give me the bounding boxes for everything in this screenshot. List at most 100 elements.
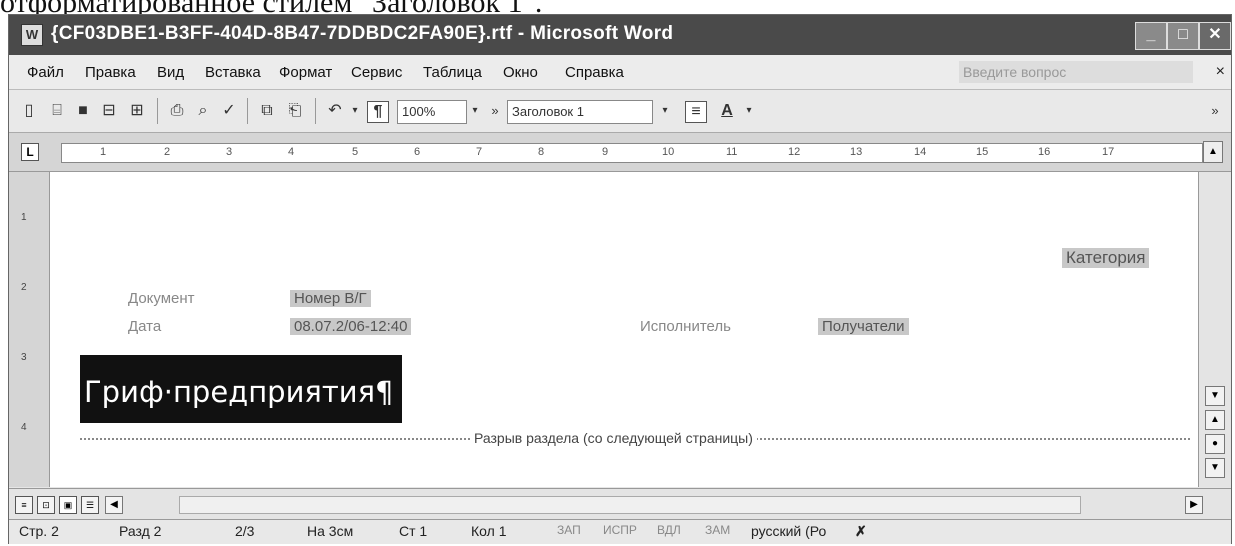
heading-text: Гриф·предприятия¶	[84, 375, 394, 409]
ruler-tick: 13	[850, 146, 863, 158]
title-bar: W {CF03DBE1-B3FF-404D-8B47-7DDBDC2FA90E}…	[9, 15, 1231, 55]
copy-icon[interactable]: ⧉	[257, 101, 277, 121]
spelling-icon[interactable]: ✓	[219, 101, 239, 121]
paste-icon[interactable]: ⎗	[285, 101, 305, 121]
save-icon[interactable]: ■	[73, 101, 93, 121]
maximize-button[interactable]: □	[1167, 22, 1199, 50]
scroll-right-arrow[interactable]: ▶	[1185, 496, 1203, 514]
open-icon[interactable]: ⌸	[47, 101, 67, 121]
chevron-down-icon[interactable]: ▾	[739, 101, 759, 121]
align-icon[interactable]: ≡	[685, 101, 707, 123]
print-layout-button[interactable]: ▣	[59, 496, 77, 514]
next-page-button[interactable]: ▼	[1205, 458, 1225, 478]
ruler-tick: 6	[414, 146, 421, 158]
vertical-ruler: 1 2 3 4	[9, 172, 50, 487]
status-section: Разд 2	[119, 523, 162, 539]
chevron-down-icon[interactable]: ▾	[345, 101, 365, 121]
section-break-label: Разрыв раздела (со следующей страницы)	[470, 430, 757, 446]
ruler-tick: 2	[164, 146, 171, 158]
document-area[interactable]: Категория Документ Номер В/Г Дата 08.07.…	[50, 172, 1198, 487]
ruler-tick: 1	[100, 146, 107, 158]
recipient-field[interactable]: Получатели	[818, 318, 909, 335]
help-question-input[interactable]: Введите вопрос	[959, 61, 1193, 83]
status-extend[interactable]: ВДЛ	[657, 523, 681, 537]
status-language[interactable]: русский (Ро	[751, 523, 826, 539]
ruler-tick: 10	[662, 146, 675, 158]
category-field[interactable]: Категория	[1062, 248, 1150, 268]
word-app-icon[interactable]: W	[21, 24, 43, 46]
ruler-tick: 4	[288, 146, 295, 158]
menu-view[interactable]: Вид	[157, 64, 184, 81]
web-layout-button[interactable]: ⊡	[37, 496, 55, 514]
status-overtype[interactable]: ЗАМ	[705, 523, 730, 537]
word-window: W {CF03DBE1-B3FF-404D-8B47-7DDBDC2FA90E}…	[8, 14, 1232, 544]
vertical-scrollbar[interactable]: ▼ ▲ ● ▼	[1198, 172, 1231, 487]
ruler-tick: 3	[226, 146, 233, 158]
undo-icon[interactable]: ↶	[325, 101, 345, 121]
menu-tools[interactable]: Сервис	[351, 64, 402, 81]
style-select[interactable]: Заголовок 1	[507, 100, 653, 124]
standard-toolbar: ▯ ⌸ ■ ⊟ ⊞ ⎙ ⌕ ✓ ⧉ ⎗ ↶ ▾ ¶ 100% ▾ » Загол…	[9, 90, 1231, 133]
date-label: Дата	[128, 318, 162, 335]
status-line: Ст 1	[399, 523, 428, 539]
pilcrow-icon[interactable]: ¶	[367, 101, 389, 123]
browse-object-button[interactable]: ●	[1205, 434, 1225, 454]
doc-number-field[interactable]: Номер В/Г	[290, 290, 371, 307]
status-pages: 2/3	[235, 523, 255, 539]
menu-help[interactable]: Справка	[565, 64, 624, 81]
spelling-status-icon[interactable]: ✗	[855, 523, 867, 540]
ruler-tick: 5	[352, 146, 359, 158]
menu-insert[interactable]: Вставка	[205, 64, 261, 81]
status-position: На 3см	[307, 523, 354, 539]
ruler-strip[interactable]: 1 2 3 4 5 6 7 8 9 10 11 12 13 14 15 16 1…	[61, 143, 1203, 163]
outline-view-button[interactable]: ☰	[81, 496, 99, 514]
ruler-tick: 7	[476, 146, 483, 158]
status-page: Стр. 2	[19, 523, 59, 539]
ruler-tick: 16	[1038, 146, 1051, 158]
tab-selector-button[interactable]: L	[21, 143, 39, 161]
ruler-tick: 12	[788, 146, 801, 158]
status-rec[interactable]: ЗАП	[557, 523, 581, 537]
vruler-tick: 1	[21, 212, 27, 223]
normal-view-button[interactable]: ≡	[15, 496, 33, 514]
document-close-button[interactable]: ×	[1216, 63, 1225, 81]
ruler-tick: 15	[976, 146, 989, 158]
status-track-changes[interactable]: ИСПР	[603, 523, 637, 537]
new-icon[interactable]: ▯	[19, 101, 39, 121]
selected-heading[interactable]: Гриф·предприятия¶	[80, 355, 402, 423]
status-bar: Стр. 2 Разд 2 2/3 На 3см Ст 1 Кол 1 ЗАП …	[9, 519, 1231, 544]
horizontal-scroll-track[interactable]	[179, 496, 1081, 514]
print-icon[interactable]: ⎙	[167, 101, 187, 121]
chevron-down-icon[interactable]: ▾	[465, 101, 485, 121]
executor-label: Исполнитель	[640, 318, 731, 335]
chevron-down-icon[interactable]: ▾	[655, 101, 675, 121]
print-preview-icon[interactable]: ⌕	[193, 101, 213, 121]
window-title: {CF03DBE1-B3FF-404D-8B47-7DDBDC2FA90E}.r…	[51, 23, 674, 44]
ruler-tick: 14	[914, 146, 927, 158]
vruler-tick: 2	[21, 282, 27, 293]
menu-format[interactable]: Формат	[279, 64, 332, 81]
font-color-icon[interactable]: A	[717, 101, 737, 121]
document-label: Документ	[128, 290, 195, 307]
scroll-up-arrow[interactable]: ▲	[1203, 141, 1223, 163]
research-icon[interactable]: ⊞	[127, 101, 147, 121]
ruler-tick: 9	[602, 146, 609, 158]
zoom-select[interactable]: 100%	[397, 100, 467, 124]
toolbar-options-icon[interactable]: »	[1205, 101, 1225, 121]
scroll-down-arrow[interactable]: ▼	[1205, 386, 1225, 406]
caption-text: отформатированное стилем "Заголовок 1".	[0, 0, 1235, 14]
close-button[interactable]: ✕	[1199, 22, 1231, 50]
date-field[interactable]: 08.07.2/06-12:40	[290, 318, 412, 335]
permission-icon[interactable]: ⊟	[99, 101, 119, 121]
minimize-button[interactable]: _	[1135, 22, 1167, 50]
menu-edit[interactable]: Правка	[85, 64, 136, 81]
menu-file[interactable]: Файл	[27, 64, 64, 81]
menu-window[interactable]: Окно	[503, 64, 538, 81]
ruler-tick: 8	[538, 146, 545, 158]
scroll-left-arrow[interactable]: ◀	[105, 496, 123, 514]
menu-table[interactable]: Таблица	[423, 64, 482, 81]
previous-page-button[interactable]: ▲	[1205, 410, 1225, 430]
more-buttons-icon[interactable]: »	[485, 101, 505, 121]
vruler-tick: 3	[21, 352, 27, 363]
section-break: Разрыв раздела (со следующей страницы)	[80, 430, 1190, 454]
